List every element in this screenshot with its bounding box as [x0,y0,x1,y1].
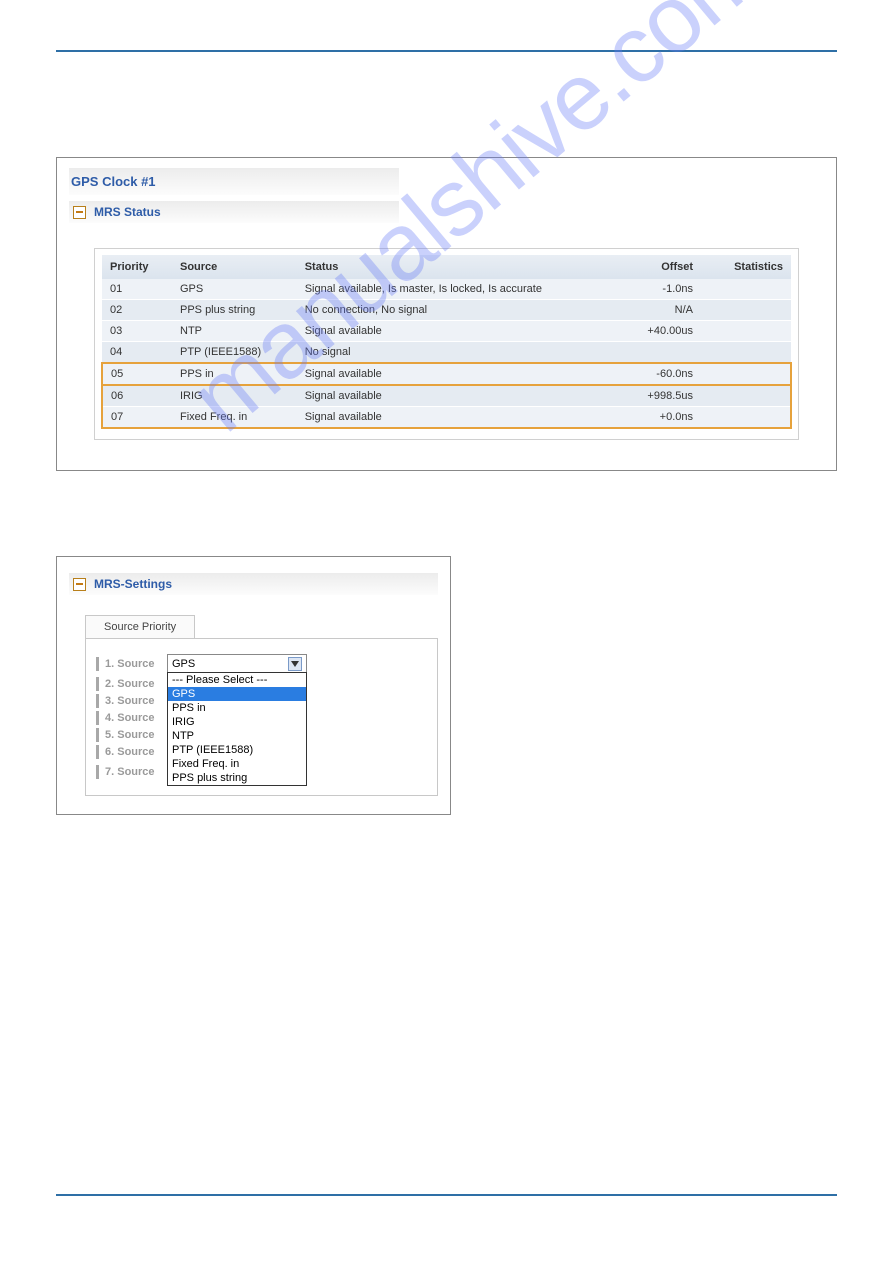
cell-priority: 01 [102,279,172,300]
dropdown-option[interactable]: PPS plus string [168,771,306,785]
settings-box: 1. Source GPS --- Please Select --- GPS … [85,638,438,796]
cell-source: PPS plus string [172,300,297,321]
col-offset: Offset [622,255,701,279]
dropdown-option[interactable]: PTP (IEEE1588) [168,743,306,757]
table-row: 03 NTP Signal available +40.00us [102,321,791,342]
cell-status: Signal available [297,363,622,385]
tab-source-priority[interactable]: Source Priority [85,615,195,638]
cell-priority: 05 [102,363,172,385]
chevron-down-icon [288,657,302,671]
dropdown-option[interactable]: NTP [168,729,306,743]
panel-title: GPS Clock #1 [69,168,399,195]
cell-offset: -1.0ns [622,279,701,300]
cell-source: IRIG [172,385,297,407]
collapse-icon[interactable] [73,206,86,219]
cell-source: PPS in [172,363,297,385]
dropdown-option[interactable]: PPS in [168,701,306,715]
table-row: 01 GPS Signal available, Is master, Is l… [102,279,791,300]
row-marker [96,728,99,742]
cell-source: GPS [172,279,297,300]
cell-statistics [701,385,791,407]
cell-source: PTP (IEEE1588) [172,342,297,364]
cell-source: NTP [172,321,297,342]
mrs-status-label: MRS Status [94,205,161,219]
cell-statistics [701,342,791,364]
dropdown-option[interactable]: --- Please Select --- [168,673,306,687]
dropdown-option-selected[interactable]: GPS [168,687,306,701]
source-1-select-wrap: GPS --- Please Select --- GPS PPS in IRI… [167,654,307,674]
cell-offset: -60.0ns [622,363,701,385]
cell-offset: +0.0ns [622,407,701,429]
cell-statistics [701,407,791,429]
row-marker [96,745,99,759]
row-marker [96,765,99,779]
table-row-highlighted: 06 IRIG Signal available +998.5us [102,385,791,407]
source-label: 7. Source [105,766,167,778]
dropdown-option[interactable]: Fixed Freq. in [168,757,306,771]
status-table-wrap: Priority Source Status Offset Statistics… [69,223,824,440]
mrs-settings-panel: MRS-Settings Source Priority 1. Source G… [56,556,451,815]
cell-statistics [701,300,791,321]
cell-statistics [701,279,791,300]
source-1-dropdown[interactable]: --- Please Select --- GPS PPS in IRIG NT… [167,672,307,786]
mrs-settings-label: MRS-Settings [94,577,172,591]
cell-statistics [701,321,791,342]
source-label: 4. Source [105,712,167,724]
source-label: 1. Source [105,658,167,670]
source-label: 3. Source [105,695,167,707]
cell-status: Signal available [297,407,622,429]
cell-offset: +998.5us [622,385,701,407]
col-statistics: Statistics [701,255,791,279]
row-marker [96,694,99,708]
cell-status: No connection, No signal [297,300,622,321]
source-row-1: 1. Source GPS --- Please Select --- GPS … [96,654,427,674]
mrs-status-panel: GPS Clock #1 MRS Status Priority Source … [56,157,837,471]
collapse-icon[interactable] [73,578,86,591]
cell-priority: 02 [102,300,172,321]
top-rule [56,50,837,52]
source-label: 5. Source [105,729,167,741]
status-table: Priority Source Status Offset Statistics… [101,255,792,429]
source-1-value: GPS [172,658,195,670]
status-table-inner: Priority Source Status Offset Statistics… [94,248,799,440]
settings-body: Source Priority 1. Source GPS --- Please… [69,595,438,796]
table-row-highlighted: 07 Fixed Freq. in Signal available +0.0n… [102,407,791,429]
cell-status: No signal [297,342,622,364]
cell-status: Signal available, Is master, Is locked, … [297,279,622,300]
source-label: 6. Source [105,746,167,758]
table-row: 02 PPS plus string No connection, No sig… [102,300,791,321]
row-marker [96,657,99,671]
mrs-settings-header[interactable]: MRS-Settings [69,573,438,595]
cell-priority: 07 [102,407,172,429]
row-marker [96,677,99,691]
source-1-select[interactable]: GPS [167,654,307,674]
cell-status: Signal available [297,321,622,342]
table-header-row: Priority Source Status Offset Statistics [102,255,791,279]
row-marker [96,711,99,725]
cell-priority: 06 [102,385,172,407]
cell-offset [622,342,701,364]
col-source: Source [172,255,297,279]
page: GPS Clock #1 MRS Status Priority Source … [0,0,893,815]
cell-priority: 03 [102,321,172,342]
table-row: 04 PTP (IEEE1588) No signal [102,342,791,364]
table-row-highlighted: 05 PPS in Signal available -60.0ns [102,363,791,385]
cell-source: Fixed Freq. in [172,407,297,429]
cell-statistics [701,363,791,385]
cell-priority: 04 [102,342,172,364]
mrs-status-header[interactable]: MRS Status [69,201,399,223]
col-priority: Priority [102,255,172,279]
dropdown-option[interactable]: IRIG [168,715,306,729]
bottom-rule [56,1194,837,1196]
cell-offset: N/A [622,300,701,321]
cell-status: Signal available [297,385,622,407]
col-status: Status [297,255,622,279]
cell-offset: +40.00us [622,321,701,342]
source-label: 2. Source [105,678,167,690]
